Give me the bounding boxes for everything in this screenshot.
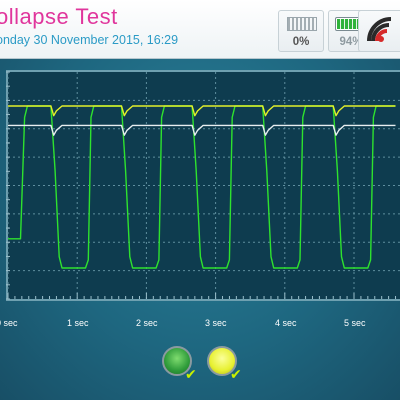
yellow-trace (8, 105, 396, 117)
green-trace (8, 105, 396, 269)
wifi-icon (367, 17, 392, 42)
signal-strength-icon (287, 17, 317, 31)
x-tick-label: 0 sec (0, 318, 18, 328)
timestamp: onday 30 November 2015, 16:29 (0, 33, 179, 47)
header-bar: ollapse Test onday 30 November 2015, 16:… (0, 0, 400, 59)
x-tick-label: 5 sec (344, 318, 366, 328)
x-tick-label: 1 sec (67, 318, 89, 328)
chart-area (0, 70, 400, 315)
x-tick-label: 3 sec (205, 318, 227, 328)
checkmark-icon: ✔ (185, 366, 197, 382)
white-trace (8, 124, 396, 136)
checkmark-icon: ✔ (230, 366, 242, 382)
page-title: ollapse Test (0, 4, 118, 29)
x-tick-label: 4 sec (275, 318, 297, 328)
oscilloscope-chart (6, 71, 400, 300)
x-tick-label: 2 sec (136, 318, 158, 328)
signal-value: 0% (292, 36, 310, 48)
wifi-status[interactable] (358, 10, 400, 52)
signal-status[interactable]: 0% (278, 10, 324, 52)
